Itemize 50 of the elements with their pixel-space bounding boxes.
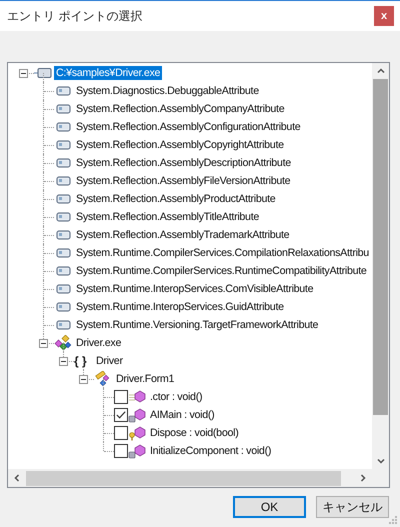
- collapse-icon[interactable]: [79, 375, 88, 384]
- cancel-button[interactable]: キャンセル: [316, 496, 389, 518]
- method-lock-icon: [128, 407, 146, 423]
- tree-item[interactable]: System.Reflection.AssemblyDescriptionAttribute: [74, 156, 293, 170]
- scroll-left-icon[interactable]: [12, 473, 22, 483]
- tree-item[interactable]: .ctor : void(): [148, 390, 204, 404]
- tree-item[interactable]: System.Runtime.Versioning.TargetFrameworkAttribute: [74, 318, 320, 332]
- method-lock-icon: [128, 443, 146, 459]
- tree-item[interactable]: Driver.Form1: [114, 372, 176, 386]
- tree-item[interactable]: AIMain : void(): [148, 408, 216, 422]
- scroll-thumb[interactable]: [373, 79, 388, 415]
- method-icon: [128, 389, 146, 405]
- tree-item[interactable]: System.Reflection.AssemblyTrademarkAttribute: [74, 228, 292, 242]
- tree-item[interactable]: System.Reflection.AssemblyProductAttribute: [74, 192, 278, 206]
- tree-item[interactable]: Dispose : void(bool): [148, 426, 240, 440]
- checkbox[interactable]: [114, 408, 128, 422]
- tree-item[interactable]: C:¥samples¥Driver.exe: [54, 66, 162, 80]
- tree-item[interactable]: System.Reflection.AssemblyConfigurationAttribute: [74, 120, 302, 134]
- tree-item[interactable]: System.Reflection.AssemblyCompanyAttribute: [74, 102, 286, 116]
- tree-item[interactable]: System.Runtime.InteropServices.ComVisibleAttribute: [74, 282, 316, 296]
- tree-item[interactable]: System.Runtime.CompilerServices.CompilationRelaxationsAttribu: [74, 246, 371, 260]
- vertical-scrollbar[interactable]: [372, 63, 389, 469]
- collapse-icon[interactable]: [39, 339, 48, 348]
- tree-item[interactable]: Driver.exe: [74, 336, 124, 350]
- class-icon: [94, 371, 112, 387]
- tree-item[interactable]: System.Runtime.CompilerServices.RuntimeCompatibilityAttribute: [74, 264, 369, 278]
- tree-item[interactable]: System.Reflection.AssemblyTitleAttribute: [74, 210, 262, 224]
- checkbox[interactable]: [114, 426, 128, 440]
- close-button[interactable]: x: [374, 6, 394, 26]
- checkbox[interactable]: [114, 444, 128, 458]
- scroll-up-icon[interactable]: [376, 66, 386, 76]
- tree-item[interactable]: InitializeComponent : void(): [148, 444, 274, 458]
- scroll-down-icon[interactable]: [376, 456, 386, 466]
- collapse-icon[interactable]: [59, 357, 68, 366]
- horizontal-scrollbar[interactable]: [8, 469, 372, 487]
- tree-item[interactable]: Driver: [94, 354, 125, 368]
- resize-grip-icon[interactable]: [388, 515, 398, 525]
- assembly-icon: [54, 335, 72, 351]
- checkbox[interactable]: [114, 390, 128, 404]
- scroll-thumb[interactable]: [26, 470, 341, 486]
- module-icon: [34, 65, 52, 81]
- method-key-icon: [128, 425, 146, 441]
- tree-item[interactable]: System.Reflection.AssemblyFileVersionAttribute: [74, 174, 292, 188]
- tree-item[interactable]: System.Diagnostics.DebuggableAttribute: [74, 84, 261, 98]
- tree-item[interactable]: System.Reflection.AssemblyCopyrightAttribute: [74, 138, 286, 152]
- ok-button[interactable]: OK: [233, 496, 306, 518]
- tree-item[interactable]: System.Runtime.InteropServices.GuidAttribute: [74, 300, 286, 314]
- scroll-right-icon[interactable]: [358, 473, 368, 483]
- window-title: エントリ ポイントの選択: [7, 8, 142, 24]
- collapse-icon[interactable]: [19, 69, 28, 78]
